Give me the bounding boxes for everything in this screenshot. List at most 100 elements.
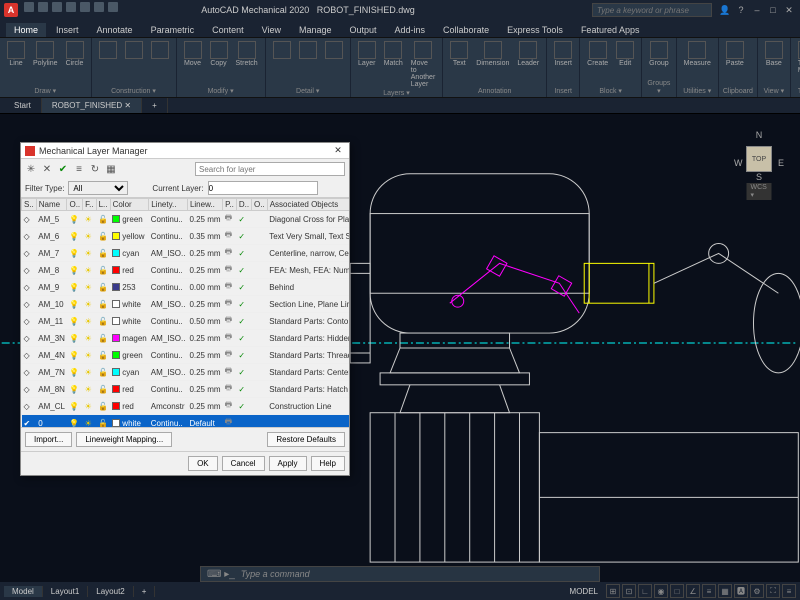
lineweight-cell[interactable]: 0.35 mm xyxy=(187,228,222,245)
freeze-icon[interactable]: ☀ xyxy=(85,419,92,428)
freeze-icon[interactable]: ☀ xyxy=(85,334,92,343)
lock-icon[interactable]: 🔓 xyxy=(98,385,108,394)
lock-icon[interactable]: 🔓 xyxy=(98,402,108,411)
on-icon[interactable]: 💡 xyxy=(69,266,79,275)
lock-icon[interactable]: 🔓 xyxy=(98,266,108,275)
ribbon-btn-icon[interactable] xyxy=(322,40,346,61)
lineweight-cell[interactable]: 0.25 mm xyxy=(187,211,222,228)
fullscreen-icon[interactable]: ⛶ xyxy=(766,584,780,598)
current-layer-input[interactable] xyxy=(208,181,318,195)
app-icon[interactable]: A xyxy=(4,3,18,17)
freeze-icon[interactable]: ☀ xyxy=(85,402,92,411)
plot-icon[interactable]: 🖶 xyxy=(225,332,233,341)
plot-icon[interactable]: 🖶 xyxy=(225,366,233,375)
linetype-cell[interactable]: Continu.. xyxy=(149,415,188,428)
grid-icon[interactable]: ⊞ xyxy=(606,584,620,598)
layer-row[interactable]: ◇AM_8N💡☀🔓 redContinu..0.25 mm🖶✓Standard … xyxy=(22,381,350,398)
layer-row[interactable]: ◇AM_5💡☀🔓 greenContinu..0.25 mm🖶✓Diagonal… xyxy=(22,211,350,228)
panel-label[interactable]: Draw ▾ xyxy=(4,87,87,95)
restore-defaults-button[interactable]: Restore Defaults xyxy=(267,432,345,447)
col-o[interactable]: O.. xyxy=(67,199,83,211)
lineweight-cell[interactable]: 0.25 mm xyxy=(187,398,222,415)
ribbon-tab-view[interactable]: View xyxy=(254,23,289,37)
lock-icon[interactable]: 🔓 xyxy=(98,419,108,428)
viewcube-face[interactable]: TOP xyxy=(746,146,772,172)
otrack-icon[interactable]: ∠ xyxy=(686,584,700,598)
on-icon[interactable]: 💡 xyxy=(69,351,79,360)
linetype-cell[interactable]: Continu.. xyxy=(149,211,188,228)
linetype-cell[interactable]: Continu.. xyxy=(149,262,188,279)
ribbon-btn-icon[interactable] xyxy=(122,40,146,61)
panel-label[interactable]: View ▾ xyxy=(762,87,786,95)
set-current-icon[interactable]: ✔ xyxy=(57,163,69,175)
annotation-scale-icon[interactable]: 🅰 xyxy=(734,584,748,598)
color-swatch[interactable] xyxy=(112,300,120,308)
ribbon-tab-home[interactable]: Home xyxy=(6,23,46,37)
panel-label[interactable]: Detail ▾ xyxy=(270,87,346,95)
import-button[interactable]: Import... xyxy=(25,432,72,447)
on-icon[interactable]: 💡 xyxy=(69,385,79,394)
workspace-icon[interactable]: ⚙ xyxy=(750,584,764,598)
col-l[interactable]: L.. xyxy=(96,199,110,211)
delete-layer-icon[interactable]: ✕ xyxy=(41,163,53,175)
on-icon[interactable]: 💡 xyxy=(69,402,79,411)
on-icon[interactable]: 💡 xyxy=(69,249,79,258)
lineweight-cell[interactable]: 0.25 mm xyxy=(187,330,222,347)
polar-icon[interactable]: ◉ xyxy=(654,584,668,598)
freeze-icon[interactable]: ☀ xyxy=(85,215,92,224)
color-swatch[interactable] xyxy=(112,368,120,376)
ribbon-btn-icon[interactable] xyxy=(270,40,294,61)
color-swatch[interactable] xyxy=(112,283,120,291)
ribbon-tab-annotate[interactable]: Annotate xyxy=(89,23,141,37)
on-icon[interactable]: 💡 xyxy=(69,300,79,309)
ribbon-btn-icon[interactable] xyxy=(296,40,320,61)
ribbon-btn-measure[interactable]: Measure xyxy=(681,40,714,68)
on-icon[interactable]: 💡 xyxy=(69,283,79,292)
col-linety[interactable]: Linety.. xyxy=(149,199,188,211)
plot-icon[interactable]: 🖶 xyxy=(225,400,233,409)
layer-row[interactable]: ◇AM_3N💡☀🔓 magenAM_ISO..0.25 mm🖶✓Standard… xyxy=(22,330,350,347)
plot-icon[interactable]: 🖶 xyxy=(225,247,233,256)
apply-button[interactable]: Apply xyxy=(269,456,307,471)
plot-icon[interactable]: 🖶 xyxy=(225,349,233,358)
plot-icon[interactable]: 🖶 xyxy=(225,264,233,273)
viewcube-north[interactable]: N xyxy=(756,130,763,140)
linetype-cell[interactable]: AM_ISO.. xyxy=(149,364,188,381)
help-button[interactable]: Help xyxy=(311,456,345,471)
panel-label[interactable]: Touch xyxy=(795,88,800,95)
lock-icon[interactable]: 🔓 xyxy=(98,334,108,343)
lineweight-mapping-button[interactable]: Lineweight Mapping... xyxy=(76,432,172,447)
lock-icon[interactable]: 🔓 xyxy=(98,368,108,377)
on-icon[interactable]: 💡 xyxy=(69,334,79,343)
col-color[interactable]: Color xyxy=(110,199,149,211)
linetype-cell[interactable]: AM_ISO.. xyxy=(149,296,188,313)
lineweight-cell[interactable]: 0.25 mm xyxy=(187,381,222,398)
layout-tab-layout2[interactable]: Layout2 xyxy=(88,586,133,597)
layer-table-wrap[interactable]: S..NameO..F..L..ColorLinety..Linew..P..D… xyxy=(21,197,349,427)
ok-button[interactable]: OK xyxy=(188,456,218,471)
freeze-icon[interactable]: ☀ xyxy=(85,317,92,326)
lock-icon[interactable]: 🔓 xyxy=(98,283,108,292)
add-layout-icon[interactable]: + xyxy=(134,586,156,597)
help-search-input[interactable] xyxy=(592,3,712,17)
col-associatedobjects[interactable]: Associated Objects xyxy=(267,199,349,211)
lock-icon[interactable]: 🔓 xyxy=(98,215,108,224)
plot-icon[interactable]: 🖶 xyxy=(225,315,233,324)
ribbon-tab-insert[interactable]: Insert xyxy=(48,23,87,37)
ribbon-btn-layer[interactable]: Layer xyxy=(355,40,379,89)
ribbon-btn-text[interactable]: Text xyxy=(447,40,471,68)
freeze-icon[interactable]: ☀ xyxy=(85,283,92,292)
ribbon-tab-output[interactable]: Output xyxy=(342,23,385,37)
ribbon-tab-parametric[interactable]: Parametric xyxy=(143,23,203,37)
ribbon-btn-edit[interactable]: Edit xyxy=(613,40,637,68)
freeze-icon[interactable]: ☀ xyxy=(85,232,92,241)
doc-tab-start[interactable]: Start xyxy=(4,98,42,113)
qa-redo-icon[interactable] xyxy=(108,2,118,12)
ribbon-btn-icon[interactable] xyxy=(96,40,120,61)
ribbon-tab-express-tools[interactable]: Express Tools xyxy=(499,23,571,37)
panel-label[interactable]: Block ▾ xyxy=(584,87,637,95)
qa-undo-icon[interactable] xyxy=(94,2,104,12)
lineweight-cell[interactable]: 0.00 mm xyxy=(187,279,222,296)
plot-icon[interactable]: 🖶 xyxy=(225,230,233,239)
on-icon[interactable]: 💡 xyxy=(69,317,79,326)
